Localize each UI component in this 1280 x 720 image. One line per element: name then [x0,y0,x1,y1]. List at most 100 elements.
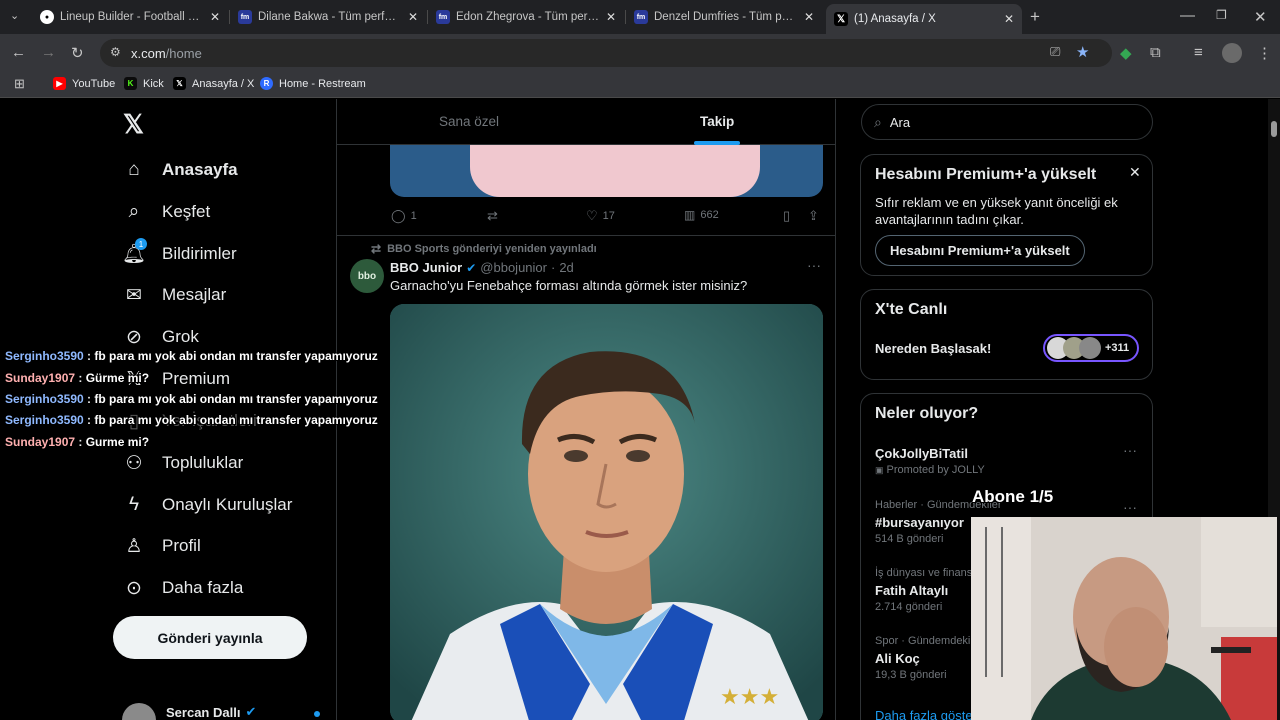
restore-icon[interactable]: ❐ [1216,8,1227,22]
nav-item-messages[interactable]: ✉ Mesajlar [122,280,226,310]
nav-label: Profil [162,536,201,555]
install-app-icon[interactable]: ⎚ [1050,44,1060,60]
tab-x-home[interactable]: 𝕏 (1) Anasayfa / X ✕ [826,4,1022,34]
tab-following[interactable]: Takip [700,114,734,129]
back-icon[interactable]: ← [11,44,26,61]
previous-tweet-image[interactable] [390,145,823,197]
close-icon[interactable]: ✕ [210,10,220,24]
bookmark-kick[interactable]: K Kick [124,77,164,90]
trend-item[interactable]: ÇokJollyBiTatil ▣ Promoted by JOLLY [875,446,985,476]
tab-dilane-bakwa[interactable]: fm Dilane Bakwa - Tüm performan ✕ [230,4,426,30]
avatar [1079,337,1101,359]
repost-label: BBO Sports gönderiyi yeniden yayınladı [387,243,597,255]
trend-more-icon[interactable]: ··· [1123,442,1137,458]
bell-icon: 🔔︎ 1 [122,238,147,265]
kick-icon: K [124,77,137,90]
trend-count: 2.714 gönderi [875,601,943,613]
x-logo-icon: 𝕏 [834,12,848,26]
menu-kebab-icon[interactable]: ⋮ [1257,44,1272,62]
show-more-link[interactable]: Daha fazla göster [875,708,977,720]
nav-item-notifications[interactable]: 🔔︎ 1 Bildirimler [122,238,237,269]
author-name[interactable]: BBO Junior [390,260,462,275]
nav-label: Onaylı Kuruluşlar [162,495,293,514]
chat-user: Sunday1907 [5,371,76,385]
scrollbar-thumb[interactable] [1271,121,1277,137]
apps-grid-icon[interactable]: ⊞ [14,76,25,92]
reload-icon[interactable]: ↻ [71,44,84,62]
nav-item-verified-orgs[interactable]: ϟ Onaylı Kuruluşlar [122,490,292,520]
address-bar[interactable]: ⚙ x.com/home ⎚ ★ [100,39,1112,67]
post-button[interactable]: Gönderi yayınla [113,616,307,659]
author-handle[interactable]: @bbojunior [480,260,547,275]
tweet-age[interactable]: 2d [559,260,573,275]
extension-icon[interactable]: ◆ [1120,44,1132,62]
bookmark-button[interactable]: ▯ [783,208,790,224]
search-input[interactable]: ⌕ Ara [861,104,1153,140]
tab-title: Dilane Bakwa - Tüm performan [258,11,402,23]
tweet-divider [337,235,835,236]
avatar [122,703,156,720]
nav-label: Keşfet [162,202,211,221]
people-icon: ⚇ [125,452,143,474]
chat-message: Gurme mi? [85,435,150,449]
like-count[interactable]: ♡ 17 [586,208,615,224]
close-icon[interactable]: ✕ [1129,164,1141,181]
tab-lineup-builder[interactable]: ● Lineup Builder - Football Forma ✕ [32,4,228,30]
media-control-icon[interactable]: ≡ [1194,44,1203,61]
x-logo-icon[interactable]: 𝕏 [123,109,144,140]
chat-line: Sunday1907 : Gurme mi? [5,435,150,449]
nav-item-home[interactable]: ⌂ Anasayfa [122,155,237,185]
minimize-icon[interactable]: — [1180,7,1195,24]
author-avatar[interactable]: bbo [350,259,384,293]
bookmark-restream[interactable]: R Home - Restream [260,77,366,90]
bookmark-x[interactable]: 𝕏 Anasayfa / X [173,77,254,90]
repost-context[interactable]: ⇄ BBO Sports gönderiyi yeniden yayınladı [371,242,597,256]
tweet-more-icon[interactable]: ··· [807,257,821,273]
bookmark-youtube[interactable]: ▶ YouTube [53,77,115,90]
chat-user: Serginho3590 [5,392,84,406]
upgrade-premium-button[interactable]: Hesabını Premium+'a yükselt [875,235,1085,266]
share-button[interactable]: ⇪ [808,208,819,224]
bookmark-label: Anasayfa / X [192,77,255,90]
reply-count-value: 1 [410,210,417,222]
extensions-puzzle-icon[interactable]: ⧉ [1150,44,1161,61]
grok-icon: ⊘ [126,326,142,348]
trend-name: ÇokJollyBiTatil [875,446,968,461]
close-icon[interactable]: ✕ [804,10,814,24]
lightning-icon: ϟ [128,494,140,515]
live-subtitle[interactable]: Nereden Başlasak! [875,341,991,356]
tab-edon-zhegrova[interactable]: fm Edon Zhegrova - Tüm performa ✕ [428,4,624,30]
nav-item-grok[interactable]: ⊘ Grok [122,322,199,352]
bookmark-label: Kick [143,77,164,90]
trend-name: Fatih Altaylı [875,583,949,598]
site-info-icon[interactable]: ⚙ [110,45,121,59]
premium-title: Hesabını Premium+'a yükselt [875,166,1097,183]
tweet-image[interactable]: ★★★ [390,304,823,720]
nav-item-communities[interactable]: ⚇ Topluluklar [122,448,243,478]
trend-item[interactable]: Spor · Gündemdekiler Ali Koç 19,3 B gönd… [875,635,983,681]
close-icon[interactable]: ✕ [606,10,616,24]
account-switcher[interactable]: Sercan Dallı ✔ [122,703,320,720]
soccer-ball-icon: ● [40,10,54,24]
forward-icon[interactable]: → [41,44,56,61]
reply-count[interactable]: ◯ 1 [391,208,417,224]
repost-button[interactable]: ⇄ [487,208,498,224]
new-tab-icon[interactable]: + [1030,7,1040,27]
chart-icon: ▥ [684,208,696,222]
view-count[interactable]: ▥ 662 [684,208,719,222]
close-window-icon[interactable]: ✕ [1254,8,1267,26]
bookmark-star-icon[interactable]: ★ [1076,43,1089,61]
tab-search-chevron-icon[interactable]: ⌄ [10,9,19,22]
nav-item-explore[interactable]: ⌕ Keşfet [122,197,211,227]
close-icon[interactable]: ✕ [1004,12,1014,26]
bookmark-icon: ▯ [783,208,791,223]
live-participants-pill[interactable]: +311 [1043,334,1139,362]
tab-denzel-dumfries[interactable]: fm Denzel Dumfries - Tüm perform ✕ [626,4,822,30]
nav-item-profile[interactable]: ♙ Profil [122,531,201,561]
tab-for-you[interactable]: Sana özel [439,114,499,129]
close-icon[interactable]: ✕ [408,10,418,24]
profile-avatar[interactable] [1222,43,1242,63]
trend-item[interactable]: İş dünyası ve finans Fatih Altaylı 2.714… [875,567,972,613]
nav-item-more[interactable]: ⊙ Daha fazla [122,573,243,603]
trend-more-icon[interactable]: ··· [1123,499,1137,515]
